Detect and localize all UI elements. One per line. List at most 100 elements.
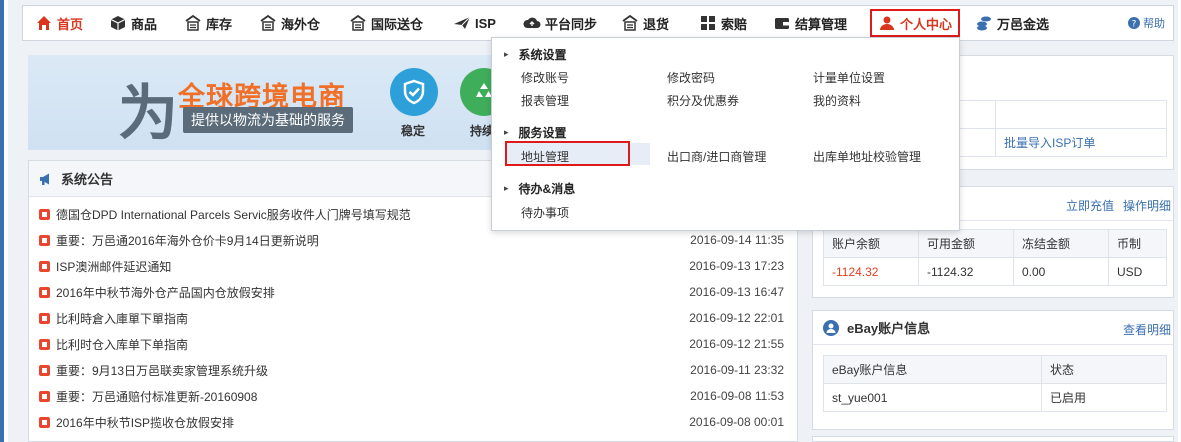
announcement-text: 比利时仓入库单下单指南 <box>56 337 189 352</box>
menu-report-management[interactable]: 报表管理 <box>521 92 569 109</box>
menu-todo-items[interactable]: 待办事项 <box>521 204 569 221</box>
operation-details-link[interactable]: 操作明细 <box>1123 197 1171 214</box>
section-service-settings: 服务设置 <box>504 124 567 141</box>
nav-inventory[interactable]: 库存 <box>184 6 232 40</box>
ebay-header: eBay账户信息 查看明细 <box>813 311 1173 345</box>
nav-settlement[interactable]: 结算管理 <box>773 6 847 40</box>
wallet-icon <box>775 18 789 29</box>
user-icon <box>880 16 894 30</box>
nav-claims-label: 索赔 <box>721 16 748 32</box>
announcement-date: 2016-09-13 16:47 <box>689 285 784 299</box>
nav-platform-sync-label: 平台同步 <box>545 16 598 32</box>
account-table: 账户余额 可用金额 冻结金额 币制 -1124.32 -1124.32 0.00… <box>823 229 1167 286</box>
nav-products-label: 商品 <box>131 16 158 32</box>
announcement-text: 2016年中秋节ISP揽收仓放假安排 <box>56 415 235 430</box>
announcement-bullet-icon <box>39 286 50 298</box>
nav-claims[interactable]: 索赔 <box>699 6 747 40</box>
home-icon <box>37 16 51 30</box>
coins-icon <box>977 16 991 31</box>
value-ebay-account: st_yue001 <box>823 383 1042 412</box>
announcement-text: 重要：万邑通2016年海外仓价卡9月14日更新说明 <box>56 233 319 248</box>
ebay-title: eBay账户信息 <box>847 321 931 336</box>
menu-address-management[interactable]: 地址管理 <box>521 148 569 165</box>
nav-isp-label: ISP <box>475 15 496 31</box>
recharge-link[interactable]: 立即充值 <box>1066 197 1114 214</box>
nav-platform-sync[interactable]: 平台同步 <box>523 6 597 40</box>
user-circle-icon <box>823 319 839 336</box>
announcement-date: 2016-09-08 00:01 <box>689 415 784 429</box>
menu-address-validation[interactable]: 出库单地址校验管理 <box>813 148 921 165</box>
box-icon <box>110 16 126 31</box>
cloud-upload-icon <box>523 17 541 28</box>
section-todo-messages: 待办&消息 <box>504 180 576 197</box>
col-available: 可用金额 <box>918 229 1014 258</box>
badge-stable <box>390 68 438 116</box>
announcement-text: 德国仓DPD International Parcels Servic服务收件人… <box>56 207 411 222</box>
personal-center-dropdown: 系统设置 修改账号 修改密码 计量单位设置 报表管理 积分及优惠券 我的资料 服… <box>491 37 960 231</box>
batch-import-isp-link[interactable]: 批量导入ISP订单 <box>995 128 1167 157</box>
ebay-account-panel: eBay账户信息 查看明细 eBay账户信息 状态 st_yue001 已启用 <box>812 310 1174 430</box>
announcement-row[interactable]: 重要：万邑通赔付标准更新-20160908 2016-09-08 11:53 <box>39 383 784 409</box>
announcements-title: 系统公告 <box>61 172 114 187</box>
announcement-date: 2016-09-08 11:53 <box>690 389 784 403</box>
warehouse-icon <box>260 14 276 31</box>
col-currency: 币制 <box>1108 229 1167 258</box>
value-currency: USD <box>1108 257 1167 286</box>
announcement-row[interactable]: 比利時倉入庫單下單指南 2016-09-12 22:01 <box>39 305 784 331</box>
menu-my-profile[interactable]: 我的资料 <box>813 92 861 109</box>
shield-check-icon <box>403 79 425 105</box>
announcement-bullet-icon <box>39 260 50 272</box>
top-navigation: 首页 商品 库存 海外仓 国际送仓 ISP 平台同步 退货 索赔 结算管理 个人… <box>22 5 1174 41</box>
announcement-bullet-icon <box>39 416 50 428</box>
announcement-bullet-icon <box>39 338 50 350</box>
question-icon: ? <box>1128 17 1140 29</box>
window-frame-edge <box>0 0 4 442</box>
value-available: -1124.32 <box>918 257 1014 286</box>
menu-exporter-importer[interactable]: 出口商/进口商管理 <box>667 148 766 165</box>
announcement-row[interactable]: 2016年中秋节海外仓产品国内仓放假安排 2016-09-13 16:47 <box>39 279 784 305</box>
isp-cell <box>995 100 1167 129</box>
menu-change-password[interactable]: 修改密码 <box>667 69 715 86</box>
announcement-bullet-icon <box>39 312 50 324</box>
nav-personal-center[interactable]: 个人中心 <box>870 9 961 37</box>
announcement-bullet-icon <box>39 390 50 402</box>
view-details-link[interactable]: 查看明细 <box>1123 321 1171 338</box>
nav-international-delivery-label: 国际送仓 <box>371 16 424 32</box>
col-status: 状态 <box>1041 355 1167 384</box>
value-status: 已启用 <box>1041 383 1167 412</box>
warehouse-icon <box>185 14 201 31</box>
menu-change-account[interactable]: 修改账号 <box>521 69 569 86</box>
value-frozen: 0.00 <box>1013 257 1109 286</box>
nav-international-delivery[interactable]: 国际送仓 <box>349 6 423 40</box>
help-link[interactable]: ? 帮助 <box>1128 6 1165 40</box>
megaphone-icon <box>40 173 49 185</box>
announcement-date: 2016-09-11 23:32 <box>690 363 784 377</box>
help-label: 帮助 <box>1143 18 1165 30</box>
value-account-balance: -1124.32 <box>823 257 919 286</box>
col-frozen: 冻结金额 <box>1013 229 1109 258</box>
announcement-row[interactable]: 重要：9月13日万邑联卖家管理系统升级 2016-09-11 23:32 <box>39 357 784 383</box>
nav-wanyi-select-label: 万邑金选 <box>997 16 1050 32</box>
warehouse-icon <box>622 14 638 31</box>
svg-text:?: ? <box>1132 20 1137 30</box>
announcement-row[interactable]: ISP澳洲邮件延迟通知 2016-09-13 17:23 <box>39 253 784 279</box>
announcement-bullet-icon <box>39 364 50 376</box>
announcement-text: 重要：9月13日万邑联卖家管理系统升级 <box>56 363 269 378</box>
col-account-balance: 账户余额 <box>823 229 919 258</box>
col-ebay-account: eBay账户信息 <box>823 355 1042 384</box>
announcement-row[interactable]: 2016年中秋节ISP揽收仓放假安排 2016-09-08 00:01 <box>39 409 784 435</box>
nav-returns[interactable]: 退货 <box>621 6 669 40</box>
announcement-text: 重要：万邑通赔付标准更新-20160908 <box>56 389 258 404</box>
nav-home-label: 首页 <box>57 16 84 32</box>
nav-overseas-warehouse[interactable]: 海外仓 <box>259 6 320 40</box>
plane-icon <box>454 16 471 29</box>
nav-wanyi-select[interactable]: 万邑金选 <box>975 6 1049 40</box>
nav-products[interactable]: 商品 <box>109 6 157 40</box>
nav-home[interactable]: 首页 <box>35 6 83 40</box>
badge-stable-label: 稳定 <box>401 124 426 138</box>
menu-points-coupons[interactable]: 积分及优惠券 <box>667 92 739 109</box>
menu-unit-settings[interactable]: 计量单位设置 <box>813 69 885 86</box>
announcement-text: 比利時倉入庫單下單指南 <box>56 311 189 326</box>
nav-isp[interactable]: ISP <box>453 6 496 40</box>
announcement-row[interactable]: 比利时仓入库单下单指南 2016-09-12 21:55 <box>39 331 784 357</box>
